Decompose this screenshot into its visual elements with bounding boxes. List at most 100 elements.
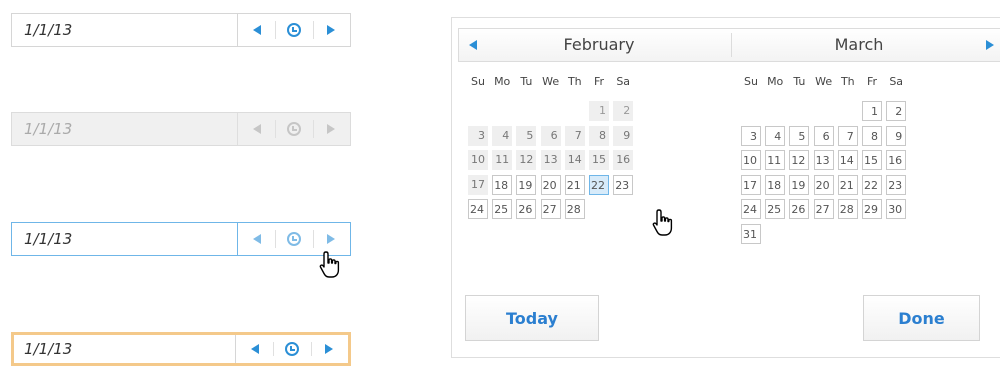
calendar-day[interactable]: 27 [813,199,834,220]
calendar-day[interactable]: 21 [837,174,858,195]
calendar-day[interactable]: 10 [741,150,761,171]
weekday-header: Su [471,75,485,88]
today-button[interactable] [275,14,312,46]
calendar-day[interactable]: 25 [765,199,786,220]
calendar-day[interactable]: 28 [564,199,585,220]
calendar-day[interactable]: 17 [741,174,761,195]
calendar-day[interactable]: 24 [468,199,488,220]
calendar-day[interactable]: 26 [789,199,810,220]
calendar-day[interactable]: 19 [789,174,810,195]
calendar-day[interactable]: 3 [468,125,488,146]
calendar-day[interactable]: 7 [837,125,858,146]
calendar-day[interactable]: 2 [886,101,907,121]
arrow-left-icon [252,124,261,134]
calendar-popup: February March Su Mo Tu We Th Fr Sa 1 2 3 4 5 6 7 8 9 10… [451,17,1000,358]
weekday-header: Sa [889,75,904,88]
date-input-value[interactable]: 1/1/13 [24,223,72,255]
today-button [275,113,312,145]
calendar-day[interactable]: 26 [516,199,537,220]
calendar-day[interactable]: 23 [886,174,907,195]
done-button[interactable]: Done [863,295,980,341]
today-button[interactable] [275,223,312,255]
calendar-day[interactable]: 20 [540,174,561,195]
calendar-day[interactable]: 21 [564,174,585,195]
calendar-day[interactable]: 30 [886,199,907,220]
calendar-day[interactable]: 4 [765,125,786,146]
calendar-day[interactable]: 18 [765,174,786,195]
calendar-day[interactable]: 5 [516,125,537,146]
date-input-controls [235,335,348,363]
weekday-header: Sa [616,75,631,88]
calendar-day[interactable]: 20 [813,174,834,195]
date-input-normal[interactable]: 1/1/13 [11,13,351,47]
date-input-value[interactable]: 1/1/13 [24,335,72,363]
prev-day-button [238,113,275,145]
calendar-day[interactable]: 14 [837,150,858,171]
calendar-day[interactable]: 29 [862,199,882,220]
next-month-icon[interactable] [986,40,994,50]
calendar-day[interactable]: 14 [564,150,585,171]
calendar-day[interactable]: 9 [613,125,634,146]
next-day-button[interactable] [310,335,348,363]
date-input-controls [237,14,350,46]
calendar-day[interactable]: 11 [765,150,786,171]
calendar-day[interactable]: 27 [540,199,561,220]
calendar-day[interactable]: 6 [540,125,561,146]
calendar-day[interactable]: 6 [813,125,834,146]
calendar-day[interactable]: 22 [589,174,609,195]
today-button[interactable]: Today [465,295,599,341]
calendar-day[interactable]: 8 [862,125,882,146]
date-input-controls [237,113,350,145]
today-button[interactable] [273,335,310,363]
prev-day-button[interactable] [236,335,273,363]
month-title-march: March [834,35,884,54]
calendar-day[interactable]: 25 [492,199,513,220]
hand-cursor-icon [319,251,340,278]
calendar-day[interactable]: 16 [613,150,634,171]
calendar-day[interactable]: 5 [789,125,810,146]
calendar-day[interactable]: 7 [564,125,585,146]
weekday-header: We [542,75,560,88]
calendar-day[interactable]: 22 [862,174,882,195]
calendar-day[interactable]: 8 [589,125,609,146]
calendar-day[interactable]: 13 [540,150,561,171]
date-input-disabled: 1/1/13 [11,112,351,146]
calendar-day[interactable]: 1 [862,101,882,121]
prev-day-button[interactable] [238,14,275,46]
date-input-focused[interactable]: 1/1/13 [11,332,351,366]
weekday-header: Fr [593,75,605,88]
calendar-day[interactable]: 13 [813,150,834,171]
arrow-right-icon [327,124,336,134]
clock-icon [284,342,299,356]
prev-day-button[interactable] [238,223,275,255]
calendar-day[interactable]: 16 [886,150,907,171]
calendar-day[interactable]: 10 [468,150,488,171]
calendar-day[interactable]: 23 [613,174,634,195]
date-input-hover[interactable]: 1/1/13 [11,222,351,256]
calendar-day[interactable]: 11 [492,150,513,171]
calendar-day[interactable]: 1 [589,101,609,121]
calendar-day[interactable]: 12 [789,150,810,171]
date-input-value[interactable]: 1/1/13 [24,14,72,46]
calendar-day[interactable]: 2 [613,101,634,121]
calendar-day[interactable]: 19 [516,174,537,195]
prev-month-icon[interactable] [469,40,477,50]
arrow-right-icon [327,25,336,35]
calendar-day[interactable]: 18 [492,174,513,195]
calendar-day[interactable]: 15 [862,150,882,171]
calendar-day[interactable]: 9 [886,125,907,146]
weekday-header: Mo [494,75,511,88]
calendar-day[interactable]: 28 [837,199,858,220]
calendar-day[interactable]: 24 [741,199,761,220]
calendar-day[interactable]: 4 [492,125,513,146]
calendar-day[interactable]: 3 [741,125,761,146]
arrow-left-icon [252,234,261,244]
calendar-header: February March [458,28,1000,62]
calendar-day[interactable]: 12 [516,150,537,171]
weekday-header: Tu [520,75,533,88]
arrow-left-icon [252,25,261,35]
next-day-button[interactable] [312,14,350,46]
calendar-day[interactable]: 31 [741,224,761,244]
calendar-day[interactable]: 15 [589,150,609,171]
calendar-day[interactable]: 17 [468,174,488,195]
